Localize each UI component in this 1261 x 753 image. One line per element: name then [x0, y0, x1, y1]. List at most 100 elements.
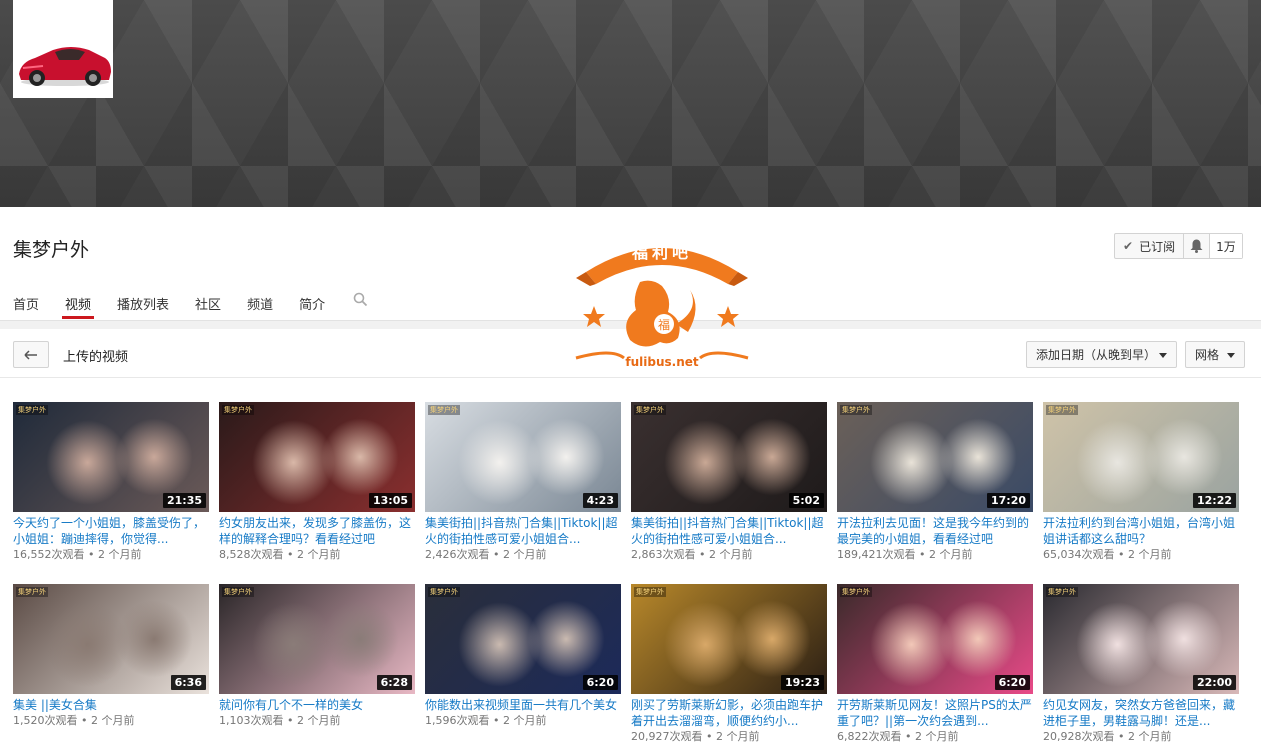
tab-channels[interactable]: 频道: [247, 287, 273, 319]
watermark-top-text: 福利吧: [631, 243, 692, 262]
video-duration: 6:36: [170, 675, 206, 690]
video-card[interactable]: 集梦户外 12:22 开法拉利约到台湾小姐姐，台湾小姐姐讲话都这么甜吗？ 65,034…: [1043, 402, 1239, 562]
channel-name[interactable]: 集梦户外: [13, 235, 89, 262]
thumbnail-channel-logo: 集梦户外: [222, 405, 254, 415]
watermark-site: fulibus.net: [625, 355, 699, 369]
video-thumbnail[interactable]: 集梦户外 6:20: [425, 584, 621, 694]
video-thumbnail[interactable]: 集梦户外 22:00: [1043, 584, 1239, 694]
video-meta: 189,421次观看 • 2 个月前: [837, 547, 1033, 562]
video-views: 1,596次观看: [425, 714, 490, 727]
video-views: 1,520次观看: [13, 714, 78, 727]
tab-playlists[interactable]: 播放列表: [117, 287, 169, 319]
video-title-link[interactable]: 开法拉利去见面！这是我今年约到的最完美的小姐姐，看看经过吧: [837, 515, 1033, 547]
thumbnail-channel-logo: 集梦户外: [840, 405, 872, 415]
video-meta: 6,822次观看 • 2 个月前: [837, 729, 1033, 744]
video-views: 65,034次观看: [1043, 548, 1115, 561]
subscribe-group: ✔ 已订阅 1万: [1114, 233, 1243, 259]
subscriber-count: 1万: [1210, 234, 1242, 258]
video-title-link[interactable]: 就问你有几个不一样的美女: [219, 697, 415, 713]
meta-separator: •: [915, 548, 929, 561]
thumbnail-channel-logo: 集梦户外: [16, 405, 48, 415]
channel-avatar[interactable]: [13, 0, 113, 98]
divider: [0, 377, 1261, 378]
video-title-link[interactable]: 今天约了一个小姐姐，膝盖受伤了，小姐姐：蹦迪摔得，你觉得...: [13, 515, 209, 547]
video-meta: 1,596次观看 • 2 个月前: [425, 713, 621, 728]
video-card[interactable]: 集梦户外 6:20 开劳斯莱斯见网友！这照片PS的太严重了吧？||第一次约会遇到..…: [837, 584, 1033, 744]
channel-banner: [0, 0, 1261, 207]
thumbnail-channel-logo: 集梦户外: [1046, 587, 1078, 597]
video-thumbnail[interactable]: 集梦户外 6:20: [837, 584, 1033, 694]
tab-community[interactable]: 社区: [195, 287, 221, 319]
video-title-link[interactable]: 集美街拍||抖音热门合集||Tiktok||超火的街拍性感可爱小姐姐合...: [425, 515, 621, 547]
view-mode-dropdown[interactable]: 网格: [1185, 341, 1245, 368]
video-thumbnail[interactable]: 集梦户外 4:23: [425, 402, 621, 512]
tab-videos[interactable]: 视频: [62, 287, 95, 319]
video-card[interactable]: 集梦户外 6:36 集美 ||美女合集 1,520次观看 • 2 个月前: [13, 584, 209, 728]
meta-separator: •: [1114, 548, 1128, 561]
tab-about[interactable]: 简介: [299, 287, 325, 319]
bell-icon: [1190, 239, 1203, 253]
video-duration: 19:23: [780, 675, 824, 690]
video-card[interactable]: 集梦户外 22:00 约见女网友，突然女方爸爸回来，藏进柜子里，男鞋露马脚！还是..…: [1043, 584, 1239, 744]
video-date: 2 个月前: [296, 548, 341, 561]
meta-separator: •: [695, 548, 709, 561]
sort-label: 添加日期（从晚到早）: [1036, 348, 1157, 362]
site-watermark: 福利吧 福 fulibus.net: [572, 228, 752, 374]
video-card[interactable]: 集梦户外 6:20 你能数出来视频里面一共有几个美女嘛？1,596次观看 • 2 个…: [425, 584, 621, 728]
subscribed-button[interactable]: ✔ 已订阅: [1115, 234, 1185, 258]
video-thumbnail[interactable]: 集梦户外 13:05: [219, 402, 415, 512]
search-icon: [353, 292, 368, 307]
video-title-link[interactable]: 集美 ||美女合集: [13, 697, 209, 713]
video-title-link[interactable]: 开法拉利约到台湾小姐姐，台湾小姐姐讲话都这么甜吗？: [1043, 515, 1239, 547]
meta-separator: •: [77, 714, 91, 727]
video-thumbnail[interactable]: 集梦户外 17:20: [837, 402, 1033, 512]
video-date: 2 个月前: [90, 714, 135, 727]
video-card[interactable]: 集梦户外 17:20 开法拉利去见面！这是我今年约到的最完美的小姐姐，看看经过吧 18…: [837, 402, 1033, 562]
video-duration: 4:23: [582, 493, 618, 508]
video-duration: 6:28: [376, 675, 412, 690]
video-date: 2 个月前: [928, 548, 973, 561]
meta-separator: •: [84, 548, 98, 561]
video-meta: 65,034次观看 • 2 个月前: [1043, 547, 1239, 562]
video-meta: 20,927次观看 • 2 个月前: [631, 729, 827, 744]
channel-tabs: 首页 视频 播放列表 社区 频道 简介: [13, 287, 368, 321]
video-thumbnail[interactable]: 集梦户外 5:02: [631, 402, 827, 512]
video-card[interactable]: 集梦户外 6:28 就问你有几个不一样的美女 1,103次观看 • 2 个月前: [219, 584, 415, 728]
video-duration: 5:02: [788, 493, 824, 508]
video-title-link[interactable]: 约女朋友出来，发现多了膝盖伤，这样的解释合理吗？看看经过吧: [219, 515, 415, 547]
thumbnail-channel-logo: 集梦户外: [428, 587, 460, 597]
video-date: 2 个月前: [296, 714, 341, 727]
video-card[interactable]: 集梦户外 13:05 约女朋友出来，发现多了膝盖伤，这样的解释合理吗？看看经过吧 8,…: [219, 402, 415, 562]
video-thumbnail[interactable]: 集梦户外 6:28: [219, 584, 415, 694]
video-thumbnail[interactable]: 集梦户外 12:22: [1043, 402, 1239, 512]
caret-down-icon: [1159, 353, 1167, 358]
video-thumbnail[interactable]: 集梦户外 19:23: [631, 584, 827, 694]
video-title-link[interactable]: 约见女网友，突然女方爸爸回来，藏进柜子里，男鞋露马脚！还是...: [1043, 697, 1239, 729]
video-thumbnail[interactable]: 集梦户外 21:35: [13, 402, 209, 512]
video-date: 2 个月前: [914, 730, 959, 743]
video-duration: 17:20: [986, 493, 1030, 508]
channel-search-button[interactable]: [353, 287, 368, 321]
back-button[interactable]: [13, 341, 49, 368]
video-meta: 2,863次观看 • 2 个月前: [631, 547, 827, 562]
notification-bell-button[interactable]: [1184, 234, 1211, 258]
video-title-link[interactable]: 集美街拍||抖音热门合集||Tiktok||超火的街拍性感可爱小姐姐合...: [631, 515, 827, 547]
video-meta: 1,103次观看 • 2 个月前: [219, 713, 415, 728]
tab-home[interactable]: 首页: [13, 287, 39, 319]
sort-dropdown[interactable]: 添加日期（从晚到早）: [1026, 341, 1177, 368]
thumbnail-channel-logo: 集梦户外: [840, 587, 872, 597]
video-card[interactable]: 集梦户外 19:23 刚买了劳斯莱斯幻影，必须由跑车护着开出去溜溜弯，顺便约约小..…: [631, 584, 827, 744]
video-card[interactable]: 集梦户外 21:35 今天约了一个小姐姐，膝盖受伤了，小姐姐：蹦迪摔得，你觉得...…: [13, 402, 209, 562]
meta-separator: •: [702, 730, 716, 743]
video-title-link[interactable]: 你能数出来视频里面一共有几个美女嘛？: [425, 697, 621, 713]
video-thumbnail[interactable]: 集梦户外 6:36: [13, 584, 209, 694]
video-card[interactable]: 集梦户外 4:23 集美街拍||抖音热门合集||Tiktok||超火的街拍性感可爱小…: [425, 402, 621, 562]
video-meta: 2,426次观看 • 2 个月前: [425, 547, 621, 562]
video-title-link[interactable]: 刚买了劳斯莱斯幻影，必须由跑车护着开出去溜溜弯，顺便约约小...: [631, 697, 827, 729]
video-title-link[interactable]: 开劳斯莱斯见网友！这照片PS的太严重了吧？||第一次约会遇到...: [837, 697, 1033, 729]
video-duration: 6:20: [582, 675, 618, 690]
meta-separator: •: [283, 548, 297, 561]
thumbnail-channel-logo: 集梦户外: [16, 587, 48, 597]
video-card[interactable]: 集梦户外 5:02 集美街拍||抖音热门合集||Tiktok||超火的街拍性感可爱小…: [631, 402, 827, 562]
meta-separator: •: [489, 548, 503, 561]
